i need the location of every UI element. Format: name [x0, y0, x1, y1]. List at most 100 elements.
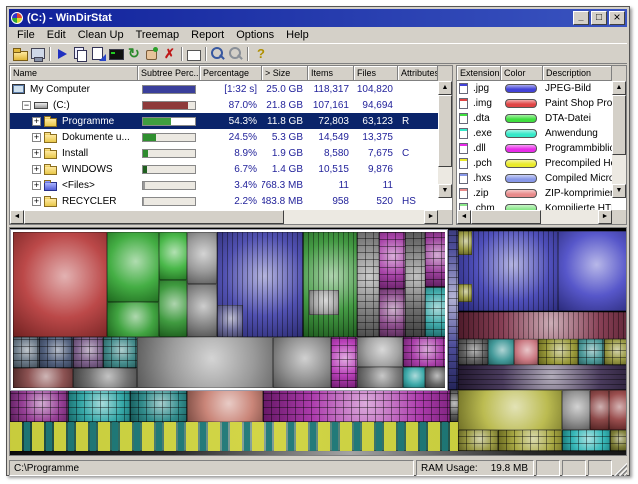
treemap-rect[interactable] [458, 231, 558, 311]
table-row-recycler[interactable]: +RECYCLER2.2%483.8 MB958520HS [10, 193, 438, 209]
column-header-description[interactable]: Description [543, 66, 612, 81]
treemap-rect[interactable] [458, 339, 488, 365]
scroll-up-icon[interactable]: ▲ [438, 81, 452, 95]
scroll-left-icon[interactable]: ◄ [10, 210, 24, 224]
refresh-button[interactable] [125, 45, 143, 63]
resume-button[interactable] [53, 45, 71, 63]
expand-toggle[interactable]: + [32, 165, 41, 174]
treemap-rect[interactable] [458, 365, 627, 390]
treemap-rect[interactable] [458, 430, 498, 451]
column-header-extension[interactable]: Extension [457, 66, 501, 81]
list-item-zip[interactable]: .zipZIP-komprimiert [457, 186, 612, 201]
list-item-jpg[interactable]: .jpgJPEG-Bild [457, 81, 612, 96]
vscroll-thumb[interactable] [612, 95, 626, 155]
table-row-programme[interactable]: +Programme54.3%11.8 GB72,80363,123R [10, 113, 438, 129]
treemap-rect[interactable] [609, 390, 627, 430]
directory-hscrollbar[interactable]: ◄ ► [10, 210, 438, 224]
column-header-color[interactable]: Color [501, 66, 543, 81]
table-row-files[interactable]: +<Files>3.4%768.3 MB1111 [10, 177, 438, 193]
list-item-dll[interactable]: .dllProgrammbibliot [457, 141, 612, 156]
column-header-name[interactable]: Name [10, 66, 138, 81]
list-item-img[interactable]: .imgPaint Shop Pro 5 [457, 96, 612, 111]
menu-treemap[interactable]: Treemap [130, 28, 186, 42]
treemap-rect[interactable] [590, 390, 609, 430]
table-row-c[interactable]: −(C:)87.0%21.8 GB107,16194,694 [10, 97, 438, 113]
new-folder-button[interactable] [185, 45, 203, 63]
copy-button[interactable] [71, 45, 89, 63]
treemap-rect[interactable] [10, 422, 458, 451]
list-item-exe[interactable]: .exeAnwendung [457, 126, 612, 141]
list-item-pch[interactable]: .pchPrecompiled Hea [457, 156, 612, 171]
hscroll-thumb[interactable] [471, 210, 541, 224]
app-icon[interactable] [11, 12, 23, 24]
treemap-rect[interactable] [562, 390, 590, 430]
table-row-dokumente-u[interactable]: +Dokumente u...24.5%5.3 GB14,54913,375 [10, 129, 438, 145]
scroll-down-icon[interactable]: ▼ [612, 184, 626, 198]
paste-button[interactable] [89, 45, 107, 63]
vscroll-thumb[interactable] [438, 95, 452, 167]
scroll-up-icon[interactable]: ▲ [612, 81, 626, 95]
table-row-windows[interactable]: +WINDOWS6.7%1.4 GB10,5159,876 [10, 161, 438, 177]
treemap-rect[interactable] [578, 339, 604, 365]
treemap-rect[interactable] [558, 231, 627, 311]
expand-toggle[interactable]: − [22, 101, 31, 110]
resize-grip[interactable] [614, 460, 627, 476]
expand-toggle[interactable]: + [32, 181, 41, 190]
treemap-rect[interactable] [68, 390, 130, 422]
column-header-attributes[interactable]: Attributes [398, 66, 438, 81]
treemap-rect[interactable] [263, 390, 450, 422]
zoom-in-button[interactable] [209, 45, 227, 63]
cleanup-button[interactable] [143, 45, 161, 63]
treemap-rect[interactable] [187, 390, 263, 422]
treemap-rect[interactable] [562, 430, 610, 451]
menu-edit[interactable]: Edit [41, 28, 72, 42]
menu-options[interactable]: Options [230, 28, 280, 42]
treemap-rect[interactable] [458, 390, 562, 430]
expand-toggle[interactable]: + [32, 149, 41, 158]
treemap-rect[interactable] [514, 339, 538, 365]
treemap[interactable] [9, 227, 627, 456]
open-folder-button[interactable] [11, 45, 29, 63]
help-button[interactable] [251, 45, 269, 63]
column-header-subtree-perc[interactable]: Subtree Perc... [138, 66, 200, 81]
scroll-left-icon[interactable]: ◄ [457, 210, 471, 224]
treemap-rect[interactable] [458, 312, 627, 339]
console-button[interactable] [107, 45, 125, 63]
zoom-out-button[interactable] [227, 45, 245, 63]
treemap-rect[interactable] [498, 430, 562, 451]
scroll-right-icon[interactable]: ► [424, 210, 438, 224]
list-item-hxs[interactable]: .hxsCompiled Micros [457, 171, 612, 186]
select-drives-button[interactable] [29, 45, 47, 63]
menu-clean-up[interactable]: Clean Up [72, 28, 130, 42]
close-button[interactable] [609, 11, 625, 25]
maximize-button[interactable] [591, 11, 607, 25]
column-header-percentage[interactable]: Percentage [200, 66, 262, 81]
delete-button[interactable] [161, 45, 179, 63]
scroll-right-icon[interactable]: ► [598, 210, 612, 224]
treemap-rect[interactable] [538, 339, 578, 365]
expand-toggle[interactable]: + [32, 133, 41, 142]
treemap-rect[interactable] [604, 339, 627, 365]
column-header-items[interactable]: Items [308, 66, 354, 81]
menu-file[interactable]: File [11, 28, 41, 42]
menu-report[interactable]: Report [185, 28, 230, 42]
scroll-down-icon[interactable]: ▼ [438, 184, 452, 198]
extension-hscrollbar[interactable]: ◄ ► [457, 210, 612, 224]
treemap-rect[interactable] [448, 230, 458, 390]
treemap-rect[interactable] [10, 451, 627, 456]
column-header-files[interactable]: Files [354, 66, 398, 81]
minimize-button[interactable] [573, 11, 589, 25]
directory-vscrollbar[interactable]: ▲ ▼ [438, 81, 452, 198]
menu-help[interactable]: Help [280, 28, 315, 42]
extension-vscrollbar[interactable]: ▲ ▼ [612, 81, 626, 198]
treemap-rect[interactable] [488, 339, 514, 365]
column-header-size[interactable]: > Size [262, 66, 308, 81]
table-row-install[interactable]: +Install8.9%1.9 GB8,5807,675C [10, 145, 438, 161]
table-row-my-computer[interactable]: My Computer[1:32 s]25.0 GB118,317104,820 [10, 81, 438, 97]
hscroll-thumb[interactable] [24, 210, 284, 224]
treemap-rect[interactable] [130, 390, 187, 422]
treemap-rect[interactable] [450, 390, 458, 422]
list-item-dta[interactable]: .dtaDTA-Datei [457, 111, 612, 126]
treemap-rect[interactable] [10, 390, 68, 422]
expand-toggle[interactable]: + [32, 197, 41, 206]
